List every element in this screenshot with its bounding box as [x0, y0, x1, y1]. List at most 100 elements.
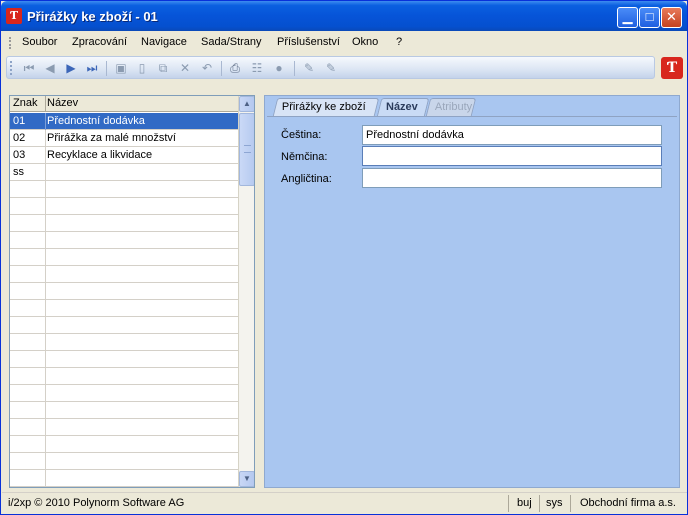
scroll-thumb[interactable] — [239, 113, 254, 186]
maximize-button[interactable]: □ — [639, 7, 660, 28]
table-row[interactable] — [10, 317, 238, 334]
table-row[interactable] — [10, 436, 238, 453]
last-record-icon[interactable]: ⏭ — [84, 60, 100, 76]
table-row[interactable] — [10, 266, 238, 283]
table-row[interactable] — [10, 283, 238, 300]
close-button[interactable]: ✕ — [661, 7, 682, 28]
tab-label: Název — [386, 101, 418, 113]
print-icon[interactable]: ⎙ — [227, 60, 243, 76]
table-row[interactable]: 03 Recyklace a likvidace — [10, 147, 238, 164]
delete-icon[interactable]: ✕ — [177, 60, 193, 76]
tree-icon[interactable]: ☷ — [249, 60, 265, 76]
edit-field-icon[interactable]: ✎ — [323, 60, 339, 76]
scroll-up-icon[interactable]: ▲ — [239, 96, 254, 112]
cestina-field[interactable] — [362, 125, 662, 145]
cell-divider — [45, 215, 46, 232]
field-label-anglictina: Angličtina: — [281, 173, 332, 185]
column-header-znak[interactable]: Znak — [13, 97, 37, 109]
cell-divider — [45, 351, 46, 368]
field-label-nemcina: Němčina: — [281, 151, 328, 163]
table-row[interactable]: 01 Přednostní dodávka — [10, 113, 238, 130]
cell-divider — [45, 232, 46, 249]
table-row[interactable] — [10, 300, 238, 317]
refresh-icon[interactable]: ● — [271, 60, 287, 76]
tab-label: Atributy — [434, 101, 473, 113]
title-bar[interactable]: Ƭ Přirážky ke zboží - 01 ▁ □ ✕ — [1, 1, 687, 31]
table-row[interactable] — [10, 334, 238, 351]
cell-nazev: Recyklace a likvidace — [47, 149, 153, 161]
cell-divider — [45, 249, 46, 266]
column-divider[interactable] — [45, 96, 46, 112]
table-row[interactable] — [10, 402, 238, 419]
toolbar: ⏮ ◀ ▶ ⏭ ▣ ▯ ⧉ ✕ ↶ ⎙ ☷ ● ✎ ✎ — [6, 56, 655, 79]
next-record-icon[interactable]: ▶ — [63, 60, 79, 76]
toolbar-separator — [221, 61, 222, 76]
cell-divider — [45, 130, 46, 147]
grid-scrollbar[interactable]: ▲ ▼ — [238, 96, 254, 487]
status-copyright: i/2xp © 2010 Polynorm Software AG — [8, 497, 185, 509]
tab-nazev[interactable]: Název — [376, 98, 430, 117]
table-row[interactable] — [10, 419, 238, 436]
cell-znak: 01 — [13, 115, 26, 127]
cell-divider — [45, 283, 46, 300]
copy-record-icon[interactable]: ⧉ — [155, 60, 171, 76]
menu-help[interactable]: ? — [396, 36, 402, 48]
cell-divider — [45, 368, 46, 385]
menu-bar: Soubor Zpracování Navigace Sada/Strany P… — [2, 32, 687, 54]
brand-logo-icon: Ƭ — [661, 57, 683, 79]
status-db: sys — [546, 497, 563, 509]
anglictina-field[interactable] — [362, 168, 662, 188]
records-grid: Znak Název 01 Přednostní dodávka 02 Přirážk… — [9, 95, 255, 488]
table-row[interactable] — [10, 249, 238, 266]
cell-divider — [45, 266, 46, 283]
table-row[interactable] — [10, 198, 238, 215]
cell-divider — [45, 334, 46, 351]
tab-content-nazev: Čeština: Němčina: Angličtina: — [267, 116, 677, 485]
table-row[interactable] — [10, 470, 238, 487]
cell-divider — [45, 385, 46, 402]
cell-divider — [45, 402, 46, 419]
cell-divider — [45, 317, 46, 334]
menu-sada-strany[interactable]: Sada/Strany — [201, 36, 262, 48]
cell-divider — [45, 470, 46, 487]
tab-label: Přirážky ke zboží — [281, 101, 366, 113]
undo-icon[interactable]: ↶ — [199, 60, 215, 76]
menu-okno[interactable]: Okno — [352, 36, 378, 48]
cell-nazev: Přirážka za malé množství — [47, 132, 176, 144]
app-logo-icon[interactable]: Ƭ — [6, 8, 22, 24]
table-row[interactable] — [10, 351, 238, 368]
nemcina-field[interactable] — [362, 146, 662, 166]
minimize-button[interactable]: ▁ — [617, 7, 638, 28]
table-row[interactable] — [10, 215, 238, 232]
save-icon[interactable]: ▣ — [113, 60, 129, 76]
table-row[interactable] — [10, 385, 238, 402]
first-record-icon[interactable]: ⏮ — [21, 60, 37, 76]
cell-divider — [45, 198, 46, 215]
menu-navigace[interactable]: Navigace — [141, 36, 187, 48]
cell-znak: 02 — [13, 132, 26, 144]
previous-record-icon[interactable]: ◀ — [42, 60, 58, 76]
column-header-nazev[interactable]: Název — [47, 97, 78, 109]
menu-prislusenstvi[interactable]: Příslušenství — [277, 36, 340, 48]
table-row[interactable] — [10, 181, 238, 198]
cell-znak: ss — [13, 166, 24, 178]
table-row[interactable] — [10, 453, 238, 470]
menu-soubor[interactable]: Soubor — [22, 36, 57, 48]
new-record-icon[interactable]: ▯ — [134, 60, 150, 76]
status-divider — [539, 495, 540, 512]
cell-divider — [45, 113, 46, 130]
cell-divider — [45, 453, 46, 470]
grid-header: Znak Název — [10, 96, 238, 112]
scroll-down-icon[interactable]: ▼ — [239, 471, 254, 487]
table-row[interactable]: 02 Přirážka za malé množství — [10, 130, 238, 147]
toolbar-separator — [106, 61, 107, 76]
tab-prirazky[interactable]: Přirážky ke zboží — [272, 98, 380, 116]
menu-grip[interactable] — [9, 37, 11, 49]
cell-divider — [45, 164, 46, 181]
table-row[interactable] — [10, 232, 238, 249]
menu-zpracovani[interactable]: Zpracování — [72, 36, 127, 48]
table-row[interactable]: ss — [10, 164, 238, 181]
edit-icon[interactable]: ✎ — [301, 60, 317, 76]
table-row[interactable] — [10, 368, 238, 385]
toolbar-grip[interactable] — [10, 61, 12, 75]
